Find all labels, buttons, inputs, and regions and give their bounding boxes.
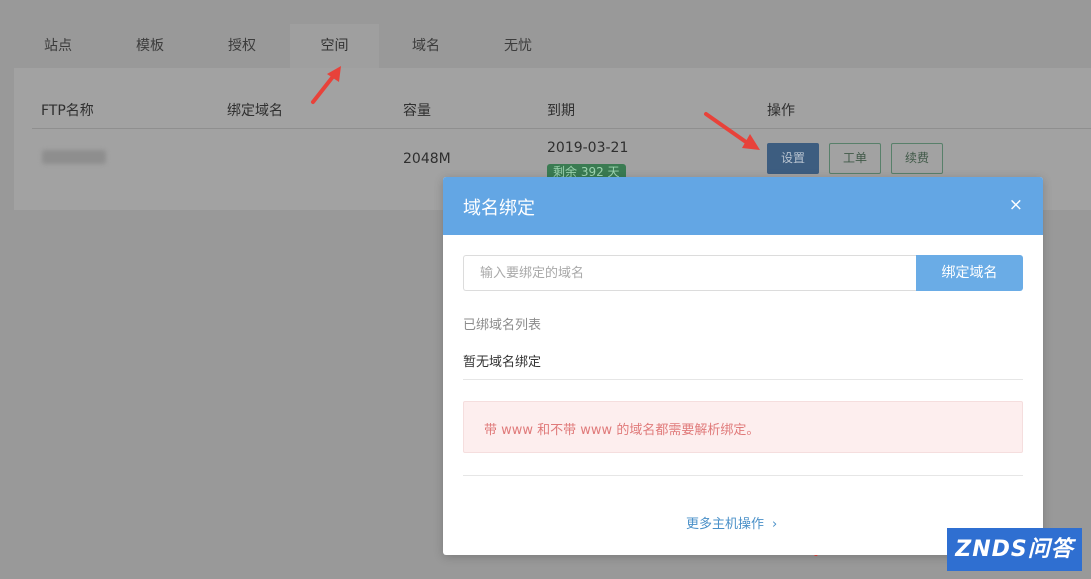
capacity-value: 2048M bbox=[403, 151, 451, 167]
tab-bar: 站点 模板 授权 空间 域名 无忧 bbox=[0, 24, 1091, 68]
close-icon[interactable]: × bbox=[1009, 195, 1023, 215]
no-domains-text: 暂无域名绑定 bbox=[463, 355, 542, 370]
domain-input[interactable] bbox=[463, 255, 917, 291]
settings-button[interactable]: 设置 bbox=[767, 143, 819, 174]
more-host-operations-link[interactable]: 更多主机操作 › bbox=[686, 513, 777, 532]
column-header-capacity: 容量 bbox=[403, 103, 431, 119]
bind-domain-button[interactable]: 绑定域名 bbox=[916, 255, 1023, 291]
column-header-bound-domain: 绑定域名 bbox=[227, 103, 283, 119]
red-arrow-annotation bbox=[704, 112, 760, 150]
tab-templates[interactable]: 模板 bbox=[112, 24, 188, 68]
renew-button[interactable]: 续费 bbox=[891, 143, 943, 174]
domain-binding-dialog: 域名绑定 × 绑定域名 已绑域名列表 暂无域名绑定 带 www 和不带 www … bbox=[443, 177, 1043, 555]
expiry-date: 2019-03-21 bbox=[547, 140, 629, 156]
column-header-ftp-name: FTP名称 bbox=[41, 103, 94, 119]
ftp-name-redacted bbox=[42, 150, 106, 164]
chevron-right-icon: › bbox=[772, 517, 778, 532]
table-divider bbox=[32, 128, 1091, 129]
column-header-actions: 操作 bbox=[767, 103, 795, 119]
ticket-button[interactable]: 工单 bbox=[829, 143, 881, 174]
tab-domains[interactable]: 域名 bbox=[388, 24, 464, 68]
dialog-header: 域名绑定 × bbox=[443, 177, 1043, 235]
more-link-label: 更多主机操作 bbox=[686, 517, 765, 532]
tab-license[interactable]: 授权 bbox=[204, 24, 280, 68]
column-header-expiry: 到期 bbox=[547, 103, 575, 119]
divider bbox=[463, 475, 1023, 476]
www-binding-alert: 带 www 和不带 www 的域名都需要解析绑定。 bbox=[463, 401, 1023, 453]
znds-watermark-logo: ZNDS问答 bbox=[947, 528, 1082, 571]
alert-text: 带 www 和不带 www 的域名都需要解析绑定。 bbox=[484, 423, 760, 438]
tab-sites[interactable]: 站点 bbox=[20, 24, 96, 68]
tab-worry-free[interactable]: 无忧 bbox=[480, 24, 556, 68]
red-arrow-annotation bbox=[311, 66, 341, 104]
divider bbox=[463, 379, 1023, 380]
dialog-title: 域名绑定 bbox=[463, 198, 535, 219]
bound-domains-list-title: 已绑域名列表 bbox=[463, 318, 542, 333]
